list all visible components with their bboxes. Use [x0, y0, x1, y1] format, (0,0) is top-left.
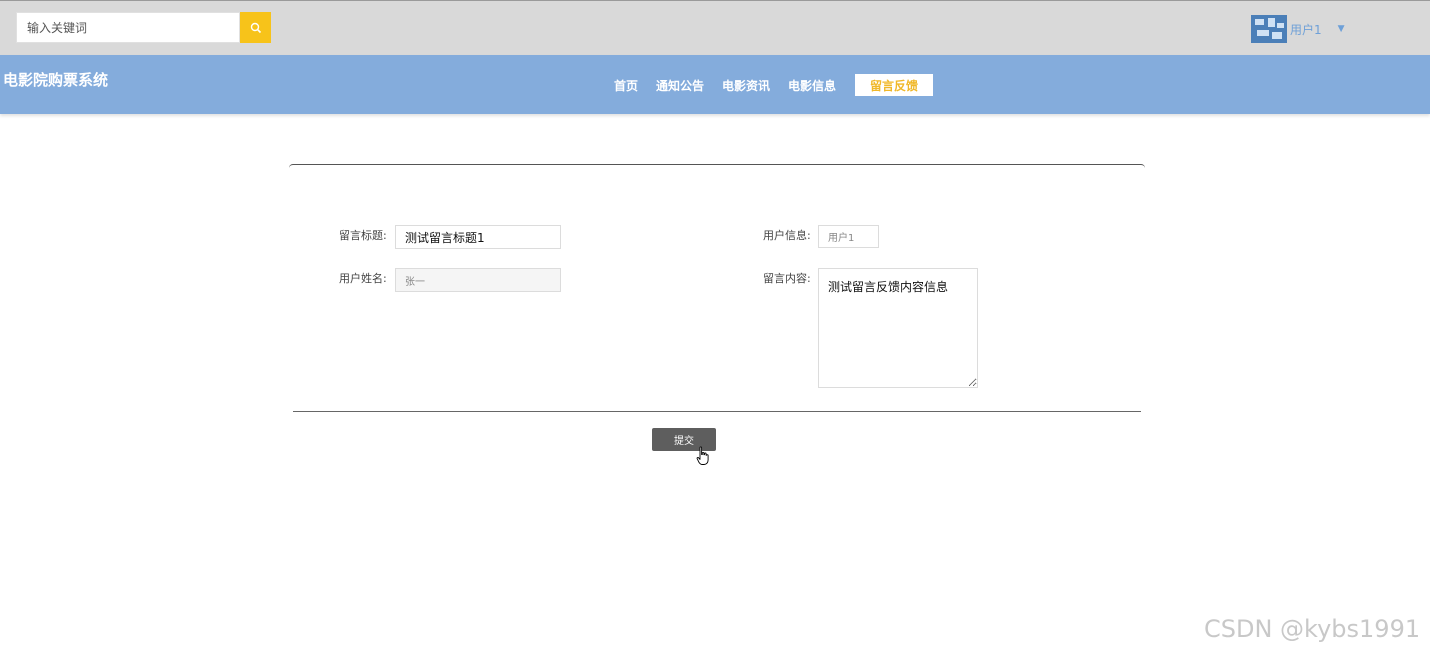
search-input[interactable] — [16, 12, 240, 43]
top-bar: 用户1 ▼ — [0, 0, 1430, 55]
nav-link-home[interactable]: 首页 — [614, 77, 638, 94]
user-info-input[interactable] — [818, 225, 879, 248]
hand-cursor-icon — [696, 446, 709, 465]
title-label: 留言标题: — [339, 229, 387, 242]
user-menu[interactable]: 用户1 ▼ — [1251, 15, 1345, 43]
user-name[interactable]: 用户1 — [1290, 21, 1322, 38]
site-brand[interactable]: 电影院购票系统 — [3, 69, 108, 90]
user-name-label: 用户姓名: — [339, 272, 387, 285]
caret-down-icon[interactable]: ▼ — [1338, 24, 1345, 34]
nav-link-notices[interactable]: 通知公告 — [656, 77, 704, 94]
nav-link-movie-news[interactable]: 电影资讯 — [722, 77, 770, 94]
avatar[interactable] — [1251, 15, 1287, 43]
search-icon — [250, 22, 261, 33]
content-textarea[interactable]: 测试留言反馈内容信息 — [818, 268, 978, 388]
nav-link-movie-info[interactable]: 电影信息 — [788, 77, 836, 94]
watermark: CSDN @kybs1991 — [1204, 615, 1421, 643]
form-divider — [293, 411, 1141, 412]
title-input[interactable] — [395, 225, 561, 249]
content-label: 留言内容: — [763, 272, 811, 285]
main-navbar: 电影院购票系统 首页 通知公告 电影资讯 电影信息 留言反馈 — [0, 55, 1430, 114]
user-info-label: 用户信息: — [763, 229, 811, 242]
user-name-input[interactable] — [395, 268, 561, 292]
search-box — [16, 12, 271, 43]
nav-link-feedback[interactable]: 留言反馈 — [855, 74, 934, 96]
nav-links: 首页 通知公告 电影资讯 电影信息 留言反馈 — [614, 74, 934, 96]
search-button[interactable] — [240, 12, 271, 43]
